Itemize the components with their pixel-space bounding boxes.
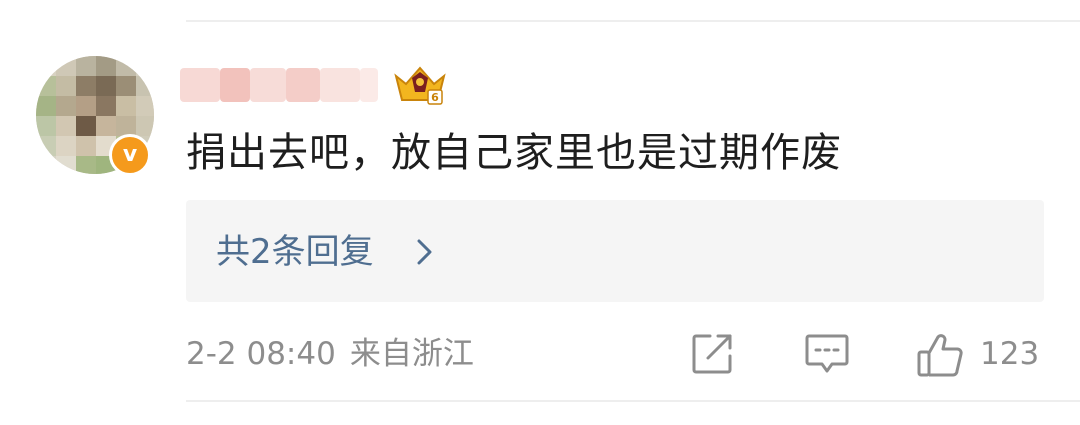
comment-meta: 2-2 08:40 来自浙江 [186, 330, 474, 378]
bottom-divider [186, 400, 1080, 402]
top-divider [186, 20, 1080, 22]
thumbs-up-icon[interactable] [916, 332, 964, 378]
view-replies-link[interactable]: 共2条回复 [216, 228, 374, 276]
comment-date: 2-2 08:40 [186, 336, 336, 372]
crown-level-icon: 6 [394, 66, 446, 105]
verified-badge-icon: v [109, 134, 151, 176]
chevron-right-icon [417, 239, 432, 265]
username[interactable] [180, 64, 380, 106]
like-count: 123 [980, 336, 1040, 372]
comment-text: 捐出去吧，放自己家里也是过期作废 [186, 130, 842, 176]
username-blur [180, 68, 220, 102]
share-icon[interactable] [690, 332, 734, 376]
comment-location: 来自浙江 [349, 336, 474, 372]
svg-text:6: 6 [431, 91, 439, 104]
comment-icon[interactable] [804, 332, 850, 376]
replies-box[interactable]: 共2条回复 [186, 200, 1044, 302]
comment-card: v 6 捐出去吧，放自己家里也是过期作废 共2条回复 2-2 08:40 来自浙江 [0, 0, 1080, 425]
